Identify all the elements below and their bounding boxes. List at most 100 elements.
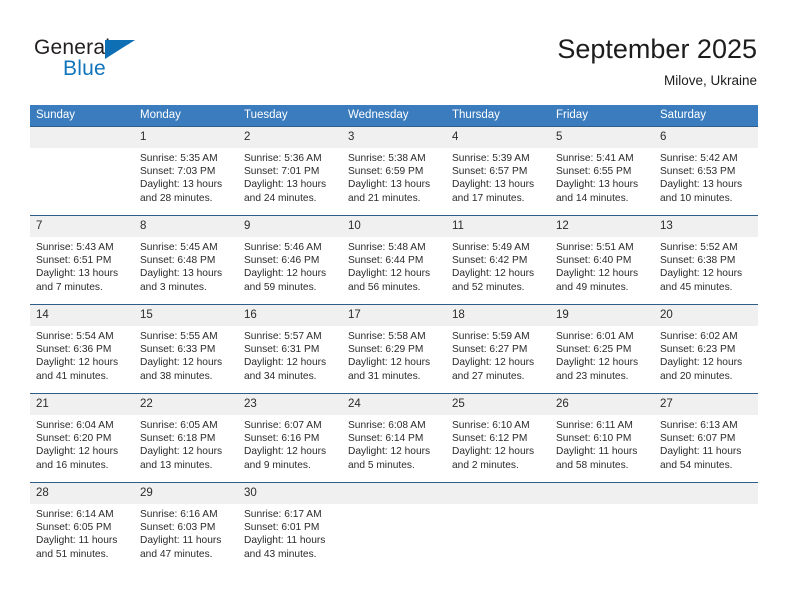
calendar-day-cell[interactable]: 3 Sunrise: 5:38 AM Sunset: 6:59 PM Daylight… xyxy=(342,126,446,216)
calendar-day-cell[interactable]: 5 Sunrise: 5:41 AM Sunset: 6:55 PM Daylight… xyxy=(550,126,654,216)
day-details: Sunrise: 6:10 AM Sunset: 6:12 PM Daylight:… xyxy=(446,415,550,472)
daylight-duration-line2: and 3 minutes. xyxy=(140,281,207,293)
day-number: 6 xyxy=(654,127,758,148)
daylight-duration-line2: and 17 minutes. xyxy=(452,192,525,204)
calendar-day-cell[interactable]: 30 Sunrise: 6:17 AM Sunset: 6:01 PM Dayligh… xyxy=(238,482,342,571)
daylight-duration-line2: and 34 minutes. xyxy=(244,370,317,382)
sunset-time: Sunset: 6:20 PM xyxy=(36,433,112,445)
calendar-week-row: 14 Sunrise: 5:54 AM Sunset: 6:36 PM Dayligh… xyxy=(30,304,758,394)
calendar-day-cell[interactable]: 7 Sunrise: 5:43 AM Sunset: 6:51 PM Daylight… xyxy=(30,215,134,305)
sunrise-time: Sunrise: 5:58 AM xyxy=(348,331,426,342)
sunset-time: Sunset: 6:59 PM xyxy=(348,166,424,178)
calendar-day-cell[interactable]: 2 Sunrise: 5:36 AM Sunset: 7:01 PM Daylight… xyxy=(238,126,342,216)
day-number: 27 xyxy=(654,394,758,415)
calendar-day-cell[interactable]: 14 Sunrise: 5:54 AM Sunset: 6:36 PM Dayligh… xyxy=(30,304,134,394)
calendar-day-cell[interactable]: 16 Sunrise: 5:57 AM Sunset: 6:31 PM Dayligh… xyxy=(238,304,342,394)
daylight-duration-line2: and 27 minutes. xyxy=(452,370,525,382)
calendar-day-cell[interactable]: 1 Sunrise: 5:35 AM Sunset: 7:03 PM Daylight… xyxy=(134,126,238,216)
daylight-duration-line1: Daylight: 13 hours xyxy=(140,179,223,191)
calendar-day-cell[interactable]: 15 Sunrise: 5:55 AM Sunset: 6:33 PM Dayligh… xyxy=(134,304,238,394)
day-number: 8 xyxy=(134,216,238,237)
daylight-duration-line1: Daylight: 12 hours xyxy=(556,268,639,280)
logo-triangle-icon xyxy=(105,40,135,59)
day-number: 26 xyxy=(550,394,654,415)
calendar-day-cell[interactable]: 13 Sunrise: 5:52 AM Sunset: 6:38 PM Dayligh… xyxy=(654,215,758,305)
day-details: Sunrise: 6:08 AM Sunset: 6:14 PM Daylight:… xyxy=(342,415,446,472)
daylight-duration-line2: and 28 minutes. xyxy=(140,192,213,204)
brand-logo[interactable]: General Blue xyxy=(34,36,244,84)
daylight-duration-line2: and 14 minutes. xyxy=(556,192,629,204)
day-number: 20 xyxy=(654,305,758,326)
sunset-time: Sunset: 6:36 PM xyxy=(36,344,112,356)
calendar-day-cell[interactable]: 29 Sunrise: 6:16 AM Sunset: 6:03 PM Dayligh… xyxy=(134,482,238,571)
calendar-day-cell[interactable]: 25 Sunrise: 6:10 AM Sunset: 6:12 PM Dayligh… xyxy=(446,393,550,483)
sunrise-time: Sunrise: 5:42 AM xyxy=(660,153,738,164)
sunrise-time: Sunrise: 5:46 AM xyxy=(244,242,322,253)
weekday-header-tuesday: Tuesday xyxy=(238,105,342,127)
calendar-day-cell[interactable]: 8 Sunrise: 5:45 AM Sunset: 6:48 PM Daylight… xyxy=(134,215,238,305)
day-details: Sunrise: 5:36 AM Sunset: 7:01 PM Daylight:… xyxy=(238,148,342,205)
day-details: Sunrise: 5:49 AM Sunset: 6:42 PM Daylight:… xyxy=(446,237,550,294)
daylight-duration-line2: and 16 minutes. xyxy=(36,459,109,471)
sunset-time: Sunset: 6:38 PM xyxy=(660,255,736,267)
calendar-table: Sunday Monday Tuesday Wednesday Thursday… xyxy=(30,105,758,571)
sunset-time: Sunset: 6:16 PM xyxy=(244,433,320,445)
sunrise-time: Sunrise: 5:49 AM xyxy=(452,242,530,253)
calendar-day-cell[interactable]: 28 Sunrise: 6:14 AM Sunset: 6:05 PM Dayligh… xyxy=(30,482,134,571)
calendar-day-cell[interactable]: 10 Sunrise: 5:48 AM Sunset: 6:44 PM Dayligh… xyxy=(342,215,446,305)
daylight-duration-line2: and 38 minutes. xyxy=(140,370,213,382)
day-number: 17 xyxy=(342,305,446,326)
calendar-day-cell[interactable]: 6 Sunrise: 5:42 AM Sunset: 6:53 PM Daylight… xyxy=(654,126,758,216)
sunrise-time: Sunrise: 5:35 AM xyxy=(140,153,218,164)
calendar-day-cell[interactable]: 23 Sunrise: 6:07 AM Sunset: 6:16 PM Dayligh… xyxy=(238,393,342,483)
calendar-day-cell[interactable]: 21 Sunrise: 6:04 AM Sunset: 6:20 PM Dayligh… xyxy=(30,393,134,483)
calendar-day-cell[interactable]: 22 Sunrise: 6:05 AM Sunset: 6:18 PM Dayligh… xyxy=(134,393,238,483)
calendar-day-cell[interactable]: 19 Sunrise: 6:01 AM Sunset: 6:25 PM Dayligh… xyxy=(550,304,654,394)
day-number xyxy=(654,483,758,504)
sunrise-time: Sunrise: 6:11 AM xyxy=(556,420,633,431)
daylight-duration-line1: Daylight: 12 hours xyxy=(36,357,119,369)
calendar-day-cell[interactable]: 17 Sunrise: 5:58 AM Sunset: 6:29 PM Dayligh… xyxy=(342,304,446,394)
calendar-day-cell[interactable]: 4 Sunrise: 5:39 AM Sunset: 6:57 PM Daylight… xyxy=(446,126,550,216)
day-number xyxy=(30,127,134,148)
sunrise-time: Sunrise: 5:59 AM xyxy=(452,331,530,342)
calendar-day-cell[interactable]: 11 Sunrise: 5:49 AM Sunset: 6:42 PM Dayligh… xyxy=(446,215,550,305)
sunrise-time: Sunrise: 5:36 AM xyxy=(244,153,322,164)
weekday-header-friday: Friday xyxy=(550,105,654,127)
page-title: September 2025 xyxy=(557,34,757,64)
daylight-duration-line2: and 24 minutes. xyxy=(244,192,317,204)
day-number: 28 xyxy=(30,483,134,504)
calendar-page: General Blue September 2025 Milove, Ukra… xyxy=(0,0,792,612)
sunrise-time: Sunrise: 5:43 AM xyxy=(36,242,114,253)
sunset-time: Sunset: 6:42 PM xyxy=(452,255,528,267)
calendar-body: 1 Sunrise: 5:35 AM Sunset: 7:03 PM Daylight… xyxy=(30,126,758,571)
day-number: 12 xyxy=(550,216,654,237)
day-details: Sunrise: 5:51 AM Sunset: 6:40 PM Daylight:… xyxy=(550,237,654,294)
day-details: Sunrise: 5:46 AM Sunset: 6:46 PM Daylight:… xyxy=(238,237,342,294)
calendar-day-cell[interactable]: 9 Sunrise: 5:46 AM Sunset: 6:46 PM Daylight… xyxy=(238,215,342,305)
daylight-duration-line2: and 20 minutes. xyxy=(660,370,733,382)
sunset-time: Sunset: 6:57 PM xyxy=(452,166,528,178)
daylight-duration-line2: and 23 minutes. xyxy=(556,370,629,382)
day-number: 19 xyxy=(550,305,654,326)
day-number xyxy=(342,483,446,504)
sunrise-time: Sunrise: 6:01 AM xyxy=(556,331,634,342)
sunset-time: Sunset: 6:18 PM xyxy=(140,433,216,445)
title-block: September 2025 Milove, Ukraine xyxy=(557,33,757,89)
sunset-time: Sunset: 6:25 PM xyxy=(556,344,632,356)
calendar-day-cell[interactable]: 24 Sunrise: 6:08 AM Sunset: 6:14 PM Dayligh… xyxy=(342,393,446,483)
sunset-time: Sunset: 6:46 PM xyxy=(244,255,320,267)
day-number: 21 xyxy=(30,394,134,415)
daylight-duration-line1: Daylight: 13 hours xyxy=(452,179,535,191)
calendar-day-cell[interactable]: 12 Sunrise: 5:51 AM Sunset: 6:40 PM Dayligh… xyxy=(550,215,654,305)
day-number: 5 xyxy=(550,127,654,148)
calendar-day-cell[interactable]: 27 Sunrise: 6:13 AM Sunset: 6:07 PM Dayligh… xyxy=(654,393,758,483)
day-details: Sunrise: 5:52 AM Sunset: 6:38 PM Daylight:… xyxy=(654,237,758,294)
calendar-week-row: 28 Sunrise: 6:14 AM Sunset: 6:05 PM Dayligh… xyxy=(30,482,758,571)
daylight-duration-line1: Daylight: 12 hours xyxy=(140,446,223,458)
daylight-duration-line1: Daylight: 13 hours xyxy=(244,179,327,191)
calendar-day-cell[interactable]: 26 Sunrise: 6:11 AM Sunset: 6:10 PM Dayligh… xyxy=(550,393,654,483)
sunrise-time: Sunrise: 5:38 AM xyxy=(348,153,426,164)
calendar-day-cell[interactable]: 18 Sunrise: 5:59 AM Sunset: 6:27 PM Dayligh… xyxy=(446,304,550,394)
calendar-day-cell[interactable]: 20 Sunrise: 6:02 AM Sunset: 6:23 PM Dayligh… xyxy=(654,304,758,394)
